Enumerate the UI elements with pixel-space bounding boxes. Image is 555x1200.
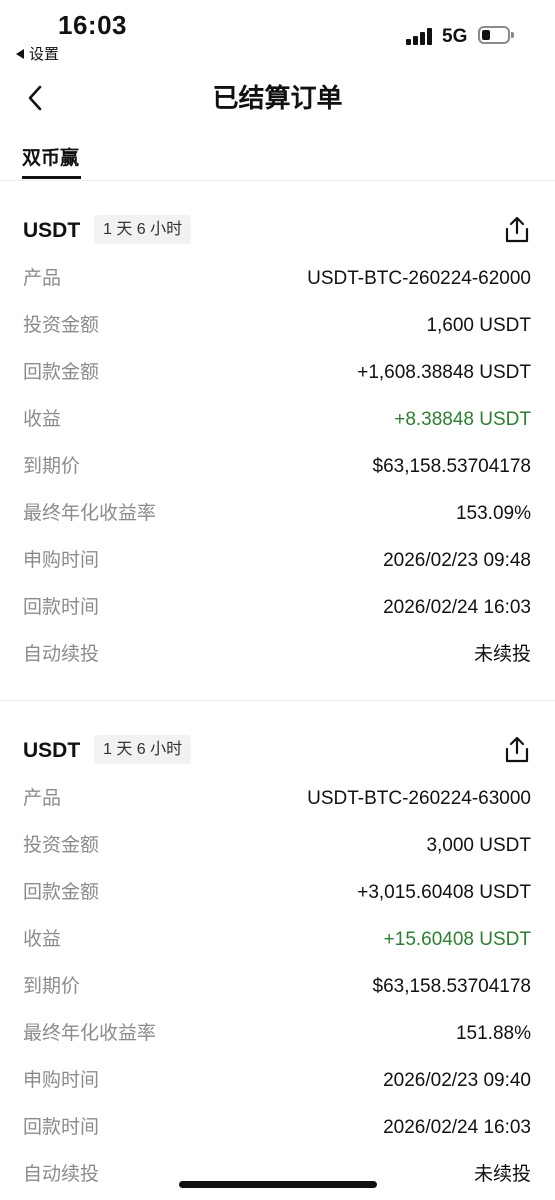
row-value: 2026/02/24 16:03 [383, 1117, 531, 1138]
row-label: 回款时间 [23, 1117, 100, 1138]
row-label: 投资金额 [23, 315, 100, 336]
row-label: 收益 [23, 929, 62, 950]
row-value: +3,015.60408 USDT [357, 882, 531, 903]
row-value: 未续投 [473, 1164, 531, 1185]
tab-active-indicator [22, 176, 81, 179]
row-value: 2026/02/23 09:40 [383, 1070, 531, 1091]
row-label: 到期价 [23, 976, 81, 997]
detail-row-apy: 最终年化收益率 153.09% [0, 497, 555, 531]
detail-row-payout: 回款金额 +1,608.38848 USDT [0, 356, 555, 390]
order-card-header: USDT 1 天 6 小时 [0, 734, 555, 770]
row-value: +1,608.38848 USDT [357, 362, 531, 383]
order-card: USDT 1 天 6 小时 产品 USDT-BTC-260224-62000 投… [0, 214, 555, 700]
detail-row-subscribe-time: 申购时间 2026/02/23 09:40 [0, 1064, 555, 1098]
earnings-value: +15.60408 USDT [383, 929, 531, 950]
status-bar: 16:03 设置 5G [0, 0, 555, 70]
page-title: 已结算订单 [212, 83, 343, 113]
row-value: 153.09% [455, 503, 531, 524]
back-to-settings-link[interactable]: 设置 [16, 43, 59, 64]
row-label: 申购时间 [23, 1070, 100, 1091]
detail-row-payout-time: 回款时间 2026/02/24 16:03 [0, 591, 555, 625]
card-divider [0, 700, 555, 701]
row-value: USDT-BTC-260224-62000 [307, 268, 531, 289]
share-icon[interactable] [503, 216, 531, 244]
row-label: 收益 [23, 409, 62, 430]
tab-divider [0, 180, 555, 181]
detail-row-settlement-price: 到期价 $63,158.53704178 [0, 970, 555, 1004]
detail-row-earnings: 收益 +15.60408 USDT [0, 923, 555, 957]
detail-row-earnings: 收益 +8.38848 USDT [0, 403, 555, 437]
row-value: 1,600 USDT [426, 315, 531, 336]
row-value: 151.88% [455, 1023, 531, 1044]
detail-row-auto-reinvest: 自动续投 未续投 [0, 638, 555, 672]
order-card-header: USDT 1 天 6 小时 [0, 214, 555, 250]
tab-dual-currency[interactable]: 双币赢 [22, 143, 79, 170]
order-asset-label: USDT [23, 739, 81, 762]
cellular-signal-icon [406, 27, 436, 45]
row-label: 投资金额 [23, 835, 100, 856]
detail-row-subscribe-time: 申购时间 2026/02/23 09:48 [0, 544, 555, 578]
back-to-settings-label: 设置 [29, 46, 60, 63]
row-label: 最终年化收益率 [23, 1023, 157, 1044]
battery-level-fill [482, 30, 490, 40]
row-label: 自动续投 [23, 644, 100, 665]
home-indicator[interactable] [179, 1181, 377, 1188]
row-value: 未续投 [473, 644, 531, 665]
detail-row-apy: 最终年化收益率 151.88% [0, 1017, 555, 1051]
row-label: 产品 [23, 268, 62, 289]
detail-row-payout-time: 回款时间 2026/02/24 16:03 [0, 1111, 555, 1145]
detail-row-product: 产品 USDT-BTC-260224-62000 [0, 262, 555, 296]
detail-row-product: 产品 USDT-BTC-260224-63000 [0, 782, 555, 816]
detail-row-payout: 回款金额 +3,015.60408 USDT [0, 876, 555, 910]
row-value: 2026/02/23 09:48 [383, 550, 531, 571]
row-label: 自动续投 [23, 1164, 100, 1185]
row-value: USDT-BTC-260224-63000 [307, 788, 531, 809]
row-value: 3,000 USDT [426, 835, 531, 856]
detail-row-investment: 投资金额 1,600 USDT [0, 309, 555, 343]
row-label: 回款金额 [23, 882, 100, 903]
row-label: 申购时间 [23, 550, 100, 571]
row-label: 最终年化收益率 [23, 503, 157, 524]
status-time: 16:03 [58, 10, 127, 40]
row-value: $63,158.53704178 [372, 976, 532, 997]
duration-badge: 1 天 6 小时 [94, 215, 192, 244]
back-triangle-icon [16, 48, 24, 59]
row-value: $63,158.53704178 [372, 456, 532, 477]
row-label: 到期价 [23, 456, 81, 477]
battery-icon [478, 26, 514, 44]
detail-row-investment: 投资金额 3,000 USDT [0, 829, 555, 863]
row-label: 回款金额 [23, 362, 100, 383]
chevron-left-icon[interactable] [20, 80, 56, 116]
earnings-value: +8.38848 USDT [394, 409, 531, 430]
row-label: 回款时间 [23, 597, 100, 618]
order-asset-label: USDT [23, 219, 81, 242]
network-type-label: 5G [442, 26, 468, 47]
row-label: 产品 [23, 788, 62, 809]
order-card: USDT 1 天 6 小时 产品 USDT-BTC-260224-63000 投… [0, 734, 555, 1200]
duration-badge: 1 天 6 小时 [94, 735, 192, 764]
detail-row-settlement-price: 到期价 $63,158.53704178 [0, 450, 555, 484]
share-icon[interactable] [503, 736, 531, 764]
row-value: 2026/02/24 16:03 [383, 597, 531, 618]
